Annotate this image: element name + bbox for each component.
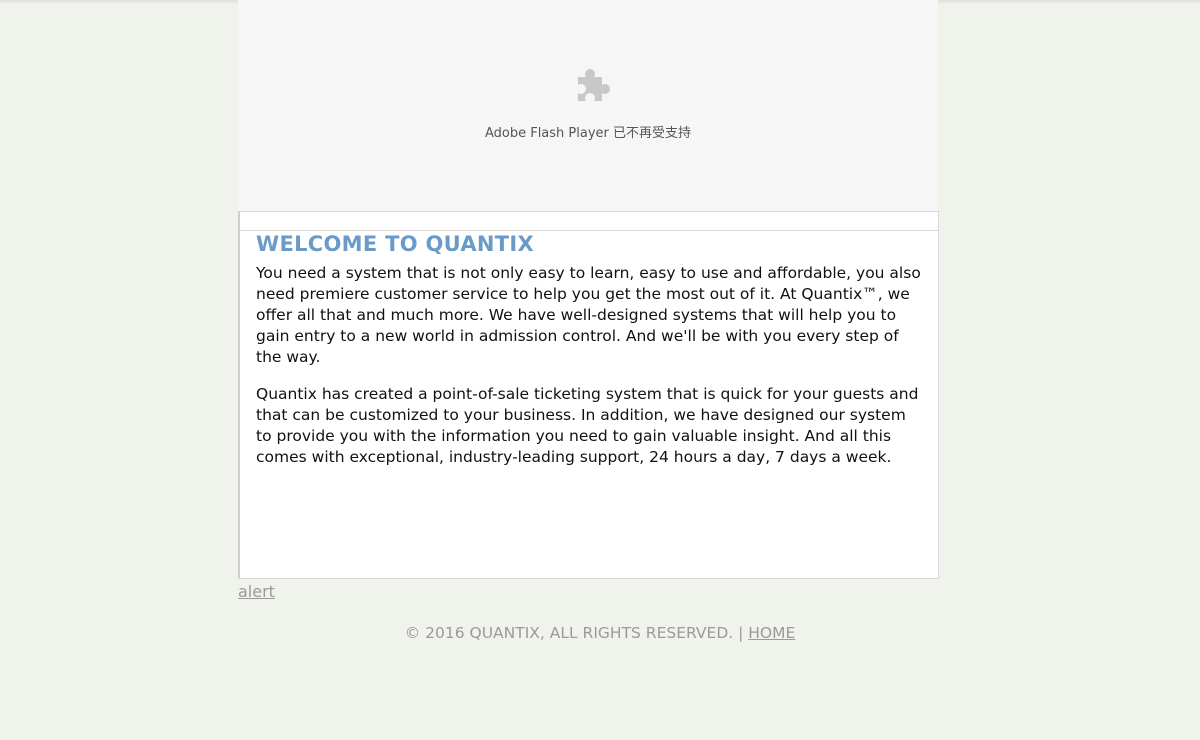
- panel-divider: [240, 230, 938, 231]
- copyright-text: © 2016 QUANTIX, ALL RIGHTS RESERVED. |: [404, 624, 744, 642]
- main-container: Adobe Flash Player 已不再受支持 WELCOME TO QUA…: [238, 0, 939, 579]
- flash-plugin-placeholder[interactable]: Adobe Flash Player 已不再受支持: [238, 0, 938, 211]
- page-title: WELCOME TO QUANTIX: [256, 232, 535, 256]
- welcome-panel: WELCOME TO QUANTIX You need a system tha…: [238, 211, 939, 579]
- intro-paragraph: You need a system that is not only easy …: [256, 264, 921, 366]
- alert-link[interactable]: alert: [238, 582, 275, 601]
- footer: © 2016 QUANTIX, ALL RIGHTS RESERVED. | H…: [0, 624, 1200, 642]
- welcome-content: WELCOME TO QUANTIX You need a system tha…: [256, 232, 924, 468]
- puzzle-icon: [578, 69, 610, 101]
- home-link[interactable]: HOME: [748, 624, 795, 642]
- system-paragraph: Quantix has created a point-of-sale tick…: [256, 385, 919, 466]
- flash-unsupported-message: Adobe Flash Player 已不再受支持: [484, 126, 692, 141]
